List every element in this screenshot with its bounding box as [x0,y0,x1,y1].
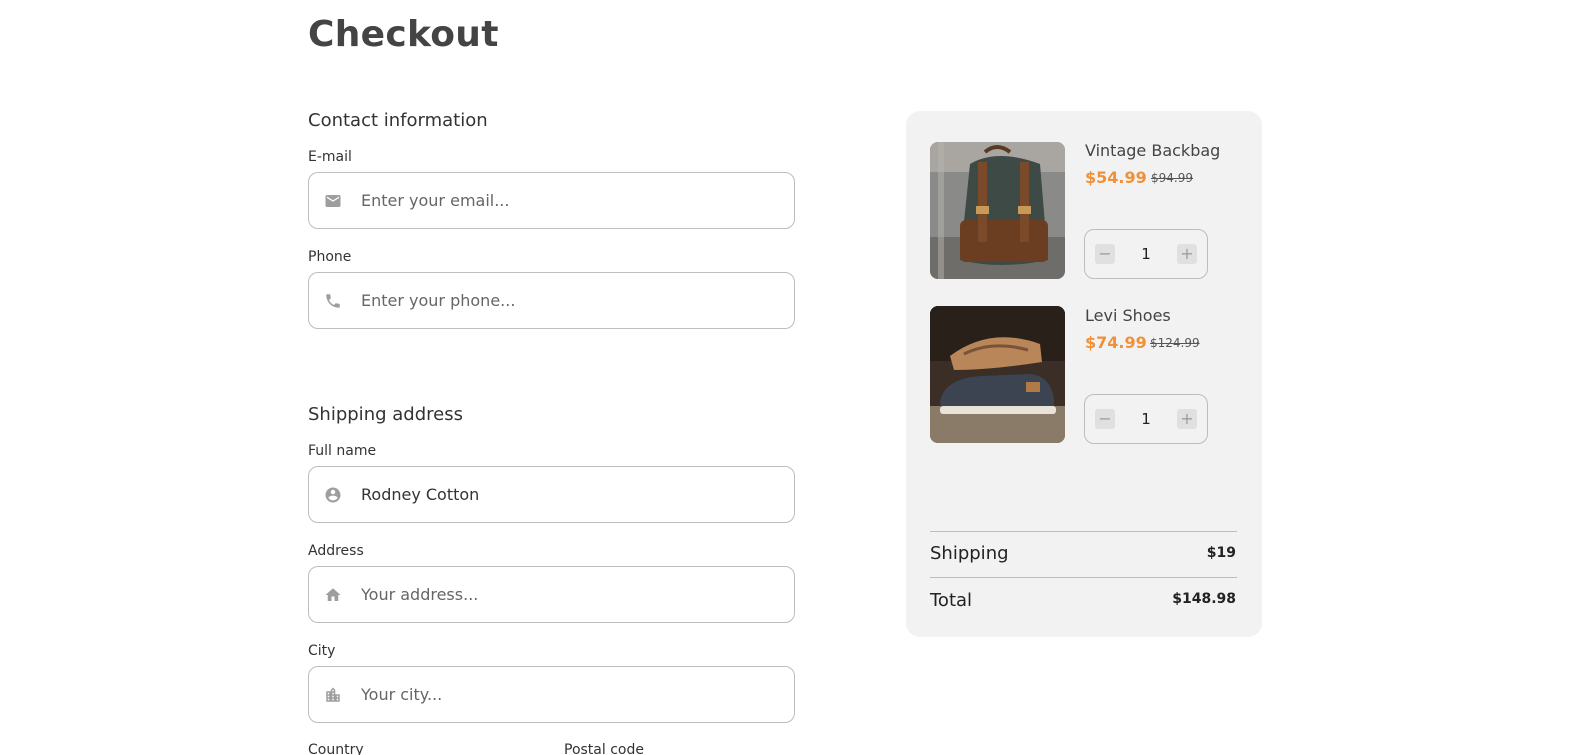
total-value: $148.98 [1172,591,1236,607]
quantity-value: 1 [1141,245,1151,263]
item-name: Vintage Backbag [1085,141,1221,160]
quantity-value: 1 [1141,410,1151,428]
item-name: Levi Shoes [1085,306,1171,325]
email-label: E-mail [308,149,352,165]
total-label: Total [930,590,973,611]
minus-icon[interactable]: − [1095,244,1115,264]
full-name-field[interactable] [308,466,795,523]
plus-icon[interactable]: + [1176,409,1197,429]
backpack-image [930,142,1065,279]
quantity-stepper: − 1 + [1084,394,1208,444]
shipping-value: $19 [1206,545,1236,561]
address-field[interactable] [308,566,795,623]
minus-icon[interactable]: − [1095,409,1115,429]
shipping-section-title: Shipping address [308,404,463,425]
city-label: City [308,643,336,659]
phone-label: Phone [308,249,352,265]
phone-input[interactable] [361,291,794,310]
contact-section-title: Contact information [308,110,488,131]
city-field[interactable] [308,666,795,723]
postal-code-label: Postal code [564,742,644,755]
page-title: Checkout [308,14,499,55]
email-input[interactable] [361,191,794,210]
full-name-label: Full name [308,443,377,459]
quantity-stepper: − 1 + [1084,229,1208,279]
item-original-price: $124.99 [1150,336,1200,350]
city-icon [323,685,343,705]
address-input[interactable] [361,585,794,604]
item-price: $74.99 [1085,333,1147,352]
country-label: Country [308,742,364,755]
city-input[interactable] [361,685,794,704]
item-original-price: $94.99 [1151,171,1193,185]
shipping-label: Shipping [930,543,1009,564]
divider [930,531,1237,532]
phone-icon [323,291,343,311]
user-icon [323,485,343,505]
home-icon [323,585,343,605]
address-label: Address [308,543,364,559]
phone-field[interactable] [308,272,795,329]
item-price: $54.99 [1085,168,1147,187]
email-field[interactable] [308,172,795,229]
divider [930,577,1237,578]
plus-icon[interactable]: + [1176,244,1197,264]
full-name-input[interactable] [361,485,794,504]
mail-icon [323,191,343,211]
shoes-image [930,306,1065,443]
